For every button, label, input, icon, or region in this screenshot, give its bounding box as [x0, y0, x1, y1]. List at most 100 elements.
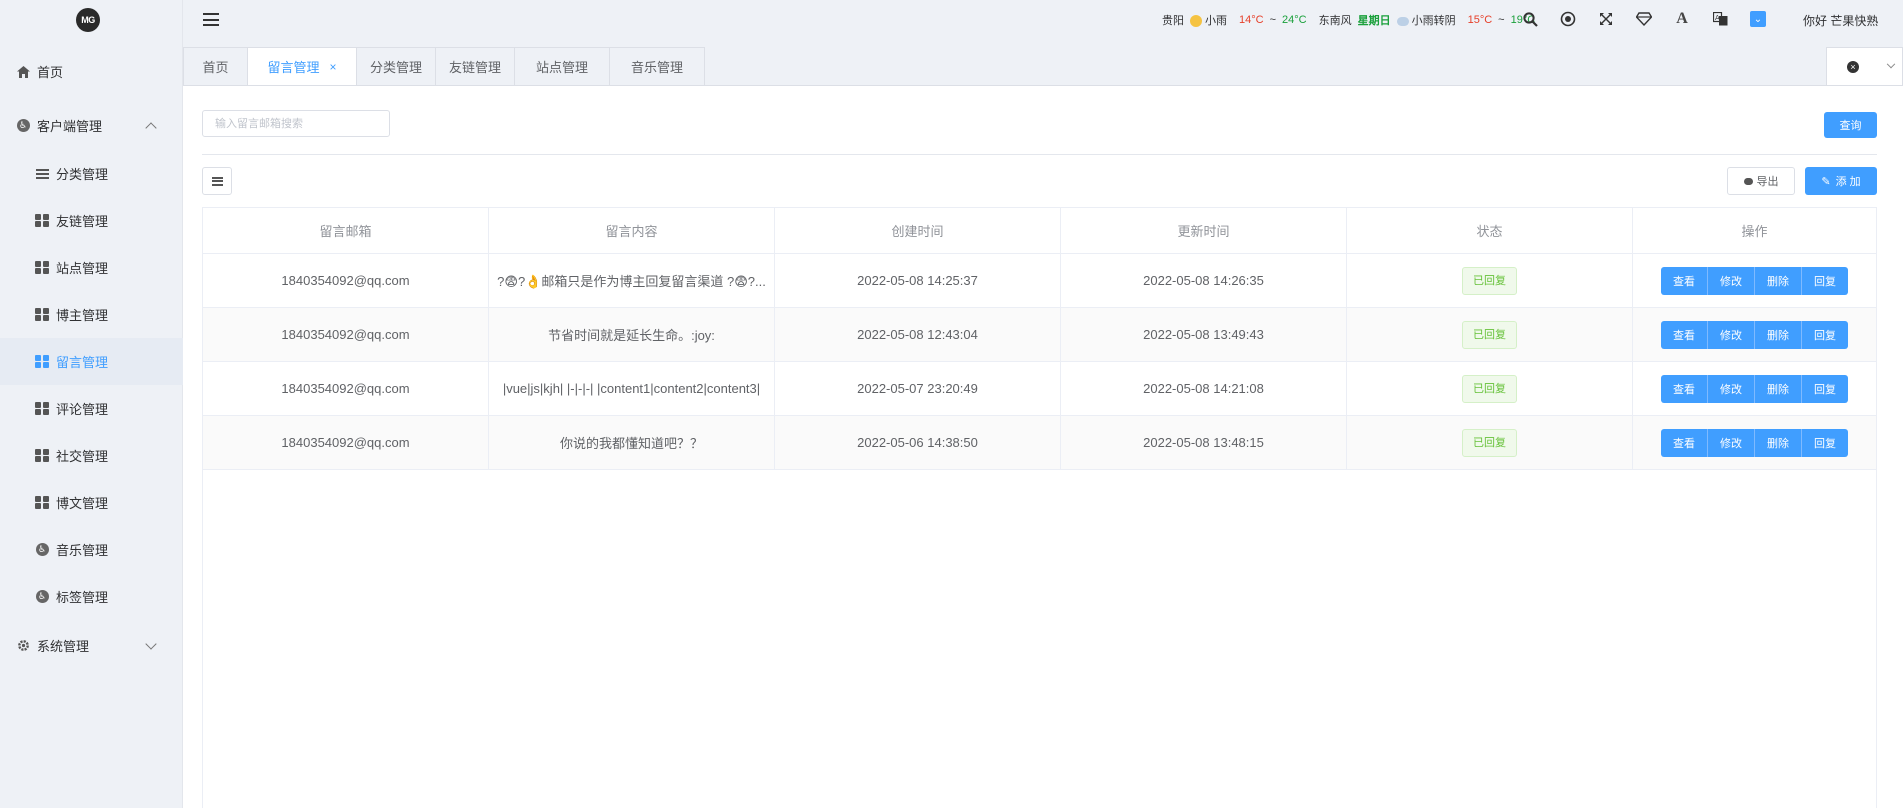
logo[interactable]: MG	[76, 8, 100, 32]
temp-sep: ~	[1269, 14, 1277, 26]
sidebar-item-label: 系统管理	[37, 639, 90, 654]
user-greeting[interactable]: 你好 芒果快熟	[1803, 12, 1878, 29]
search-input[interactable]	[202, 110, 390, 137]
close-all-tabs-button[interactable]: ×	[1826, 47, 1880, 86]
chevron-down-icon	[145, 637, 157, 650]
sidebar-item-home[interactable]: 首页	[0, 48, 183, 95]
cell-created: 2022-05-07 23:20:49	[775, 362, 1061, 415]
sidebar: MG 首页 ♿ 客户端管理 分类管理 友链管理 站点管理 博主管理 留言管理 评…	[0, 0, 183, 808]
cell-created: 2022-05-08 14:25:37	[775, 254, 1061, 307]
sidebar-item-music[interactable]: ♿ 音乐管理	[0, 526, 183, 573]
accessibility-icon: ♿	[16, 119, 30, 133]
cell-updated: 2022-05-08 14:26:35	[1061, 254, 1347, 307]
delete-button[interactable]: 删除	[1755, 320, 1802, 349]
column-header: 状态	[1347, 208, 1633, 253]
sidebar-item-links[interactable]: 友链管理	[0, 197, 183, 244]
export-button[interactable]: 导出	[1727, 167, 1795, 195]
font-size-icon[interactable]: A	[1672, 9, 1692, 29]
table-row: 1840354092@qq.com |vue|js|kjh| |-|-|-| |…	[203, 362, 1876, 416]
delete-button[interactable]: 删除	[1755, 374, 1802, 403]
translate-icon[interactable]: A	[1710, 9, 1730, 29]
sidebar-item-label: 博主管理	[56, 308, 109, 323]
sidebar-item-messages[interactable]: 留言管理	[0, 338, 183, 385]
view-button[interactable]: 查看	[1661, 374, 1708, 403]
edit-button[interactable]: 修改	[1708, 266, 1755, 295]
main-content: 查询 导出 ✎ 添 加 留言邮箱 留言内容 创建时间 更新时间 状态 操作 18…	[183, 85, 1903, 808]
sidebar-item-social[interactable]: 社交管理	[0, 432, 183, 479]
tab-category[interactable]: 分类管理	[356, 47, 436, 86]
view-button[interactable]: 查看	[1661, 266, 1708, 295]
temp-sep: ~	[1498, 14, 1505, 26]
tab-more-button[interactable]	[1879, 47, 1903, 86]
tab-music[interactable]: 音乐管理	[609, 47, 705, 86]
tab-home[interactable]: 首页	[183, 47, 248, 86]
tab-site[interactable]: 站点管理	[514, 47, 610, 86]
weather-widget: 贵阳 小雨 14°C ~24°C 东南风 星期日 小雨转阴 15°C ~19°C	[1162, 12, 1547, 28]
sidebar-item-label: 博文管理	[56, 496, 109, 511]
menu-toggle-icon[interactable]	[203, 13, 219, 26]
sidebar-item-blogger[interactable]: 博主管理	[0, 291, 183, 338]
tab-messages[interactable]: 留言管理 ×	[247, 47, 357, 86]
table-row: 1840354092@qq.com 你说的我都懂知道吧？？ 2022-05-06…	[203, 416, 1876, 470]
target-icon[interactable]	[1558, 9, 1578, 29]
edit-button[interactable]: 修改	[1708, 374, 1755, 403]
row-actions: 查看 修改 删除 回复	[1661, 320, 1848, 349]
sidebar-item-tags[interactable]: ♿ 标签管理	[0, 573, 183, 620]
column-toggle-button[interactable]	[202, 167, 232, 195]
cell-updated: 2022-05-08 13:49:43	[1061, 308, 1347, 361]
row-actions: 查看 修改 删除 回复	[1661, 428, 1848, 457]
fullscreen-icon[interactable]	[1596, 9, 1616, 29]
sidebar-item-posts[interactable]: 博文管理	[0, 479, 183, 526]
top-header: 贵阳 小雨 14°C ~24°C 东南风 星期日 小雨转阴 15°C ~19°C A…	[183, 0, 1903, 40]
reply-button[interactable]: 回复	[1802, 320, 1848, 349]
sidebar-item-label: 分类管理	[56, 167, 109, 182]
weather-today: 小雨	[1205, 15, 1227, 27]
status-badge: 已回复	[1462, 428, 1517, 457]
sidebar-item-comments[interactable]: 评论管理	[0, 385, 183, 432]
reply-button[interactable]: 回复	[1802, 374, 1848, 403]
today-temp-high: 24°C	[1282, 14, 1307, 26]
chevron-up-icon	[145, 121, 157, 134]
sun-icon	[1190, 15, 1202, 28]
edit-button[interactable]: 修改	[1708, 320, 1755, 349]
dropdown-icon[interactable]: ⌄	[1750, 11, 1766, 27]
cell-email: 1840354092@qq.com	[203, 362, 489, 415]
grid-icon	[35, 354, 49, 369]
delete-button[interactable]: 删除	[1755, 428, 1802, 457]
cell-created: 2022-05-08 12:43:04	[775, 308, 1061, 361]
query-button[interactable]: 查询	[1824, 112, 1877, 138]
reply-button[interactable]: 回复	[1802, 428, 1848, 457]
divider	[202, 154, 1877, 155]
status-badge: 已回复	[1462, 374, 1517, 403]
status-badge: 已回复	[1462, 266, 1517, 295]
cell-created: 2022-05-06 14:38:50	[775, 416, 1061, 469]
view-button[interactable]: 查看	[1661, 320, 1708, 349]
search-icon[interactable]	[1520, 9, 1540, 29]
cell-content: 你说的我都懂知道吧？？	[489, 416, 775, 469]
edit-icon: ✎	[1821, 175, 1831, 188]
add-button[interactable]: ✎ 添 加	[1805, 167, 1877, 195]
sidebar-item-site[interactable]: 站点管理	[0, 244, 183, 291]
diamond-icon[interactable]	[1634, 9, 1654, 29]
sidebar-item-label: 站点管理	[56, 261, 109, 276]
accessibility-icon: ♿	[35, 590, 49, 604]
grid-icon	[35, 448, 49, 463]
view-button[interactable]: 查看	[1661, 428, 1708, 457]
column-header: 创建时间	[775, 208, 1061, 253]
edit-button[interactable]: 修改	[1708, 428, 1755, 457]
chevron-down-icon	[1886, 59, 1895, 68]
sidebar-item-category[interactable]: 分类管理	[0, 150, 183, 197]
tomorrow-temp-low: 15°C	[1467, 14, 1493, 26]
table-header: 留言邮箱 留言内容 创建时间 更新时间 状态 操作	[203, 208, 1876, 254]
reply-button[interactable]: 回复	[1802, 266, 1848, 295]
sidebar-group-system[interactable]: 系统管理	[0, 622, 183, 669]
row-actions: 查看 修改 删除 回复	[1661, 374, 1848, 403]
cell-updated: 2022-05-08 14:21:08	[1061, 362, 1347, 415]
sidebar-group-client[interactable]: ♿ 客户端管理	[0, 102, 183, 149]
delete-button[interactable]: 删除	[1755, 266, 1802, 295]
close-icon[interactable]: ×	[330, 60, 337, 74]
grid-icon	[35, 260, 49, 275]
sidebar-item-label: 客户端管理	[37, 119, 103, 134]
tab-links[interactable]: 友链管理	[435, 47, 515, 86]
cell-content: 节省时间就是延长生命。:joy:	[489, 308, 775, 361]
